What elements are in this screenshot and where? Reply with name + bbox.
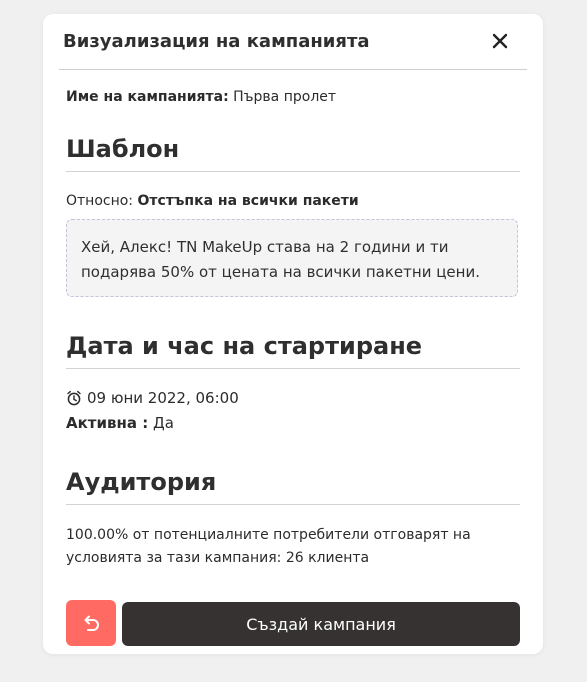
template-about-value: Отстъпка на всички пакети — [137, 193, 359, 209]
modal-header: Визуализация на кампанията — [59, 14, 527, 70]
alarm-clock-icon — [67, 390, 81, 406]
template-heading: Шаблон — [66, 135, 520, 172]
undo-arrow-icon — [84, 615, 99, 631]
active-label: Активна : — [66, 414, 149, 432]
campaign-name-row: Име на кампанията: Първа пролет — [66, 89, 336, 105]
back-button[interactable] — [66, 600, 116, 646]
campaign-name-label: Име на кампанията: — [66, 89, 229, 105]
audience-heading: Аудитория — [66, 468, 520, 505]
start-datetime-row: 09 юни 2022, 06:00 — [66, 389, 239, 407]
campaign-name-value: Първа пролет — [233, 89, 337, 105]
template-about-label: Относно: — [66, 193, 134, 209]
modal-title: Визуализация на кампанията — [63, 31, 370, 52]
template-message-box: Хей, Алекс! TN MakeUp става на 2 години … — [66, 219, 518, 297]
start-datetime: 09 юни 2022, 06:00 — [87, 389, 239, 407]
active-row: Активна : Да — [66, 414, 174, 432]
active-value: Да — [152, 414, 174, 432]
campaign-preview-modal: Визуализация на кампанията Име на кампан… — [43, 14, 543, 654]
audience-description: 100.00% от потенциалните потребители отг… — [66, 527, 471, 566]
create-campaign-button[interactable]: Създай кампания — [122, 602, 520, 646]
template-about-row: Относно: Отстъпка на всички пакети — [66, 193, 359, 209]
start-heading: Дата и час на стартиране — [66, 332, 520, 369]
close-icon[interactable] — [491, 32, 509, 50]
